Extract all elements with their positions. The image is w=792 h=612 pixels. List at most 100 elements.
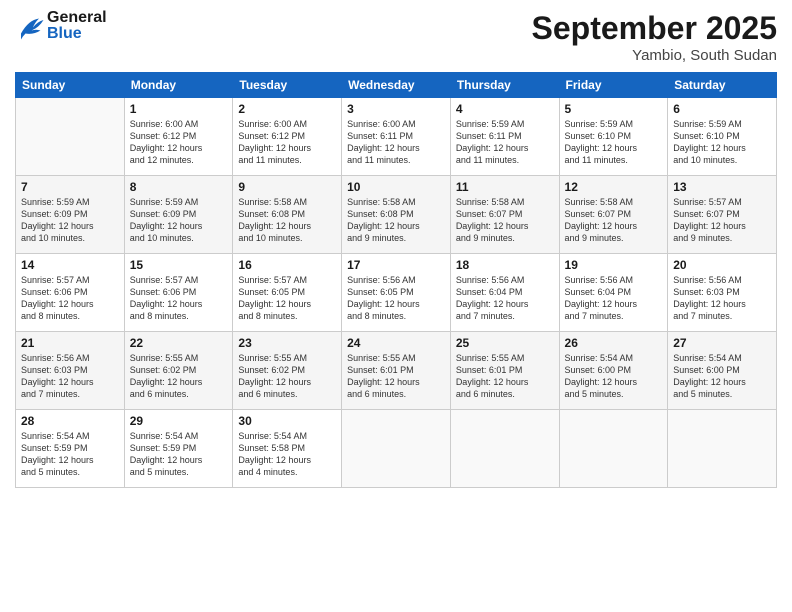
day-info: Sunrise: 5:55 AM Sunset: 6:02 PM Dayligh… [130, 352, 228, 401]
logo: General Blue [15, 10, 107, 42]
calendar-cell: 26Sunrise: 5:54 AM Sunset: 6:00 PM Dayli… [559, 332, 668, 410]
weekday-header-sunday: Sunday [16, 73, 125, 98]
day-info: Sunrise: 5:57 AM Sunset: 6:06 PM Dayligh… [21, 274, 119, 323]
day-number: 8 [130, 180, 228, 194]
day-info: Sunrise: 5:56 AM Sunset: 6:03 PM Dayligh… [673, 274, 771, 323]
day-number: 14 [21, 258, 119, 272]
calendar-cell [16, 98, 125, 176]
logo-blue: Blue [47, 26, 107, 42]
day-number: 12 [565, 180, 663, 194]
day-info: Sunrise: 5:54 AM Sunset: 5:58 PM Dayligh… [238, 430, 336, 479]
day-number: 4 [456, 102, 554, 116]
day-info: Sunrise: 5:55 AM Sunset: 6:01 PM Dayligh… [347, 352, 445, 401]
day-info: Sunrise: 5:54 AM Sunset: 6:00 PM Dayligh… [673, 352, 771, 401]
week-row-0: 1Sunrise: 6:00 AM Sunset: 6:12 PM Daylig… [16, 98, 777, 176]
day-number: 20 [673, 258, 771, 272]
day-number: 16 [238, 258, 336, 272]
weekday-header-friday: Friday [559, 73, 668, 98]
day-info: Sunrise: 5:57 AM Sunset: 6:06 PM Dayligh… [130, 274, 228, 323]
day-info: Sunrise: 5:58 AM Sunset: 6:07 PM Dayligh… [456, 196, 554, 245]
day-info: Sunrise: 5:56 AM Sunset: 6:05 PM Dayligh… [347, 274, 445, 323]
calendar-cell: 30 Sunrise: 5:54 AM Sunset: 5:58 PM Dayli… [233, 410, 342, 488]
calendar-cell: 12 Sunrise: 5:58 AM Sunset: 6:07 PM Dayli… [559, 176, 668, 254]
page: General Blue September 2025 Yambio, Sout… [0, 0, 792, 612]
calendar-cell: 2Sunrise: 6:00 AM Sunset: 6:12 PM Daylig… [233, 98, 342, 176]
calendar-cell [342, 410, 451, 488]
calendar-cell: 19 Sunrise: 5:56 AM Sunset: 6:04 PM Dayli… [559, 254, 668, 332]
calendar-cell: 28 Sunrise: 5:54 AM Sunset: 5:59 PM Dayli… [16, 410, 125, 488]
day-number: 15 [130, 258, 228, 272]
week-row-1: 7Sunrise: 5:59 AM Sunset: 6:09 PM Daylig… [16, 176, 777, 254]
calendar-cell: 7Sunrise: 5:59 AM Sunset: 6:09 PM Daylig… [16, 176, 125, 254]
day-number: 3 [347, 102, 445, 116]
day-info: Sunrise: 5:59 AM Sunset: 6:10 PM Dayligh… [673, 118, 771, 167]
calendar-cell: 6 Sunrise: 5:59 AM Sunset: 6:10 PM Daylig… [668, 98, 777, 176]
day-number: 28 [21, 414, 119, 428]
calendar-cell: 4Sunrise: 5:59 AM Sunset: 6:11 PM Daylig… [450, 98, 559, 176]
day-number: 5 [565, 102, 663, 116]
day-number: 22 [130, 336, 228, 350]
day-info: Sunrise: 5:54 AM Sunset: 6:00 PM Dayligh… [565, 352, 663, 401]
day-number: 2 [238, 102, 336, 116]
day-info: Sunrise: 5:57 AM Sunset: 6:05 PM Dayligh… [238, 274, 336, 323]
week-row-4: 28 Sunrise: 5:54 AM Sunset: 5:59 PM Dayli… [16, 410, 777, 488]
day-number: 30 [238, 414, 336, 428]
day-info: Sunrise: 5:56 AM Sunset: 6:04 PM Dayligh… [456, 274, 554, 323]
calendar-cell: 23 Sunrise: 5:55 AM Sunset: 6:02 PM Dayli… [233, 332, 342, 410]
day-info: Sunrise: 5:58 AM Sunset: 6:08 PM Dayligh… [238, 196, 336, 245]
day-info: Sunrise: 5:55 AM Sunset: 6:01 PM Dayligh… [456, 352, 554, 401]
day-number: 18 [456, 258, 554, 272]
day-number: 19 [565, 258, 663, 272]
calendar-cell: 17Sunrise: 5:56 AM Sunset: 6:05 PM Dayli… [342, 254, 451, 332]
day-info: Sunrise: 5:59 AM Sunset: 6:09 PM Dayligh… [21, 196, 119, 245]
logo-name: General Blue [47, 10, 107, 42]
calendar-cell [450, 410, 559, 488]
month-title: September 2025 [532, 10, 777, 47]
day-number: 27 [673, 336, 771, 350]
title-section: September 2025 Yambio, South Sudan [532, 10, 777, 64]
calendar-cell: 21Sunrise: 5:56 AM Sunset: 6:03 PM Dayli… [16, 332, 125, 410]
day-info: Sunrise: 5:57 AM Sunset: 6:07 PM Dayligh… [673, 196, 771, 245]
day-info: Sunrise: 6:00 AM Sunset: 6:11 PM Dayligh… [347, 118, 445, 167]
location: Yambio, South Sudan [532, 47, 777, 64]
weekday-header-wednesday: Wednesday [342, 73, 451, 98]
weekday-header-saturday: Saturday [668, 73, 777, 98]
day-info: Sunrise: 5:58 AM Sunset: 6:08 PM Dayligh… [347, 196, 445, 245]
calendar-cell: 1Sunrise: 6:00 AM Sunset: 6:12 PM Daylig… [124, 98, 233, 176]
day-number: 6 [673, 102, 771, 116]
weekday-header-tuesday: Tuesday [233, 73, 342, 98]
day-info: Sunrise: 5:59 AM Sunset: 6:09 PM Dayligh… [130, 196, 228, 245]
day-info: Sunrise: 5:54 AM Sunset: 5:59 PM Dayligh… [21, 430, 119, 479]
weekday-header-thursday: Thursday [450, 73, 559, 98]
day-info: Sunrise: 6:00 AM Sunset: 6:12 PM Dayligh… [130, 118, 228, 167]
day-info: Sunrise: 5:54 AM Sunset: 5:59 PM Dayligh… [130, 430, 228, 479]
calendar-cell: 16 Sunrise: 5:57 AM Sunset: 6:05 PM Dayli… [233, 254, 342, 332]
day-info: Sunrise: 5:56 AM Sunset: 6:04 PM Dayligh… [565, 274, 663, 323]
week-row-3: 21Sunrise: 5:56 AM Sunset: 6:03 PM Dayli… [16, 332, 777, 410]
day-number: 23 [238, 336, 336, 350]
calendar-cell: 15 Sunrise: 5:57 AM Sunset: 6:06 PM Dayli… [124, 254, 233, 332]
day-info: Sunrise: 5:55 AM Sunset: 6:02 PM Dayligh… [238, 352, 336, 401]
day-number: 9 [238, 180, 336, 194]
calendar-cell: 22 Sunrise: 5:55 AM Sunset: 6:02 PM Dayli… [124, 332, 233, 410]
calendar-cell: 8 Sunrise: 5:59 AM Sunset: 6:09 PM Daylig… [124, 176, 233, 254]
day-info: Sunrise: 5:58 AM Sunset: 6:07 PM Dayligh… [565, 196, 663, 245]
calendar-cell [559, 410, 668, 488]
day-number: 24 [347, 336, 445, 350]
calendar-cell [668, 410, 777, 488]
day-number: 10 [347, 180, 445, 194]
calendar-cell: 24 Sunrise: 5:55 AM Sunset: 6:01 PM Dayli… [342, 332, 451, 410]
calendar-cell: 18 Sunrise: 5:56 AM Sunset: 6:04 PM Dayli… [450, 254, 559, 332]
day-number: 25 [456, 336, 554, 350]
day-number: 29 [130, 414, 228, 428]
logo-general: General [47, 10, 107, 26]
day-number: 21 [21, 336, 119, 350]
calendar-cell: 5 Sunrise: 5:59 AM Sunset: 6:10 PM Daylig… [559, 98, 668, 176]
calendar-cell: 14 Sunrise: 5:57 AM Sunset: 6:06 PM Dayli… [16, 254, 125, 332]
calendar-cell: 9 Sunrise: 5:58 AM Sunset: 6:08 PM Daylig… [233, 176, 342, 254]
day-number: 13 [673, 180, 771, 194]
logo-icon [15, 12, 45, 40]
weekday-header-row: SundayMondayTuesdayWednesdayThursdayFrid… [16, 73, 777, 98]
weekday-header-monday: Monday [124, 73, 233, 98]
day-info: Sunrise: 5:59 AM Sunset: 6:10 PM Dayligh… [565, 118, 663, 167]
